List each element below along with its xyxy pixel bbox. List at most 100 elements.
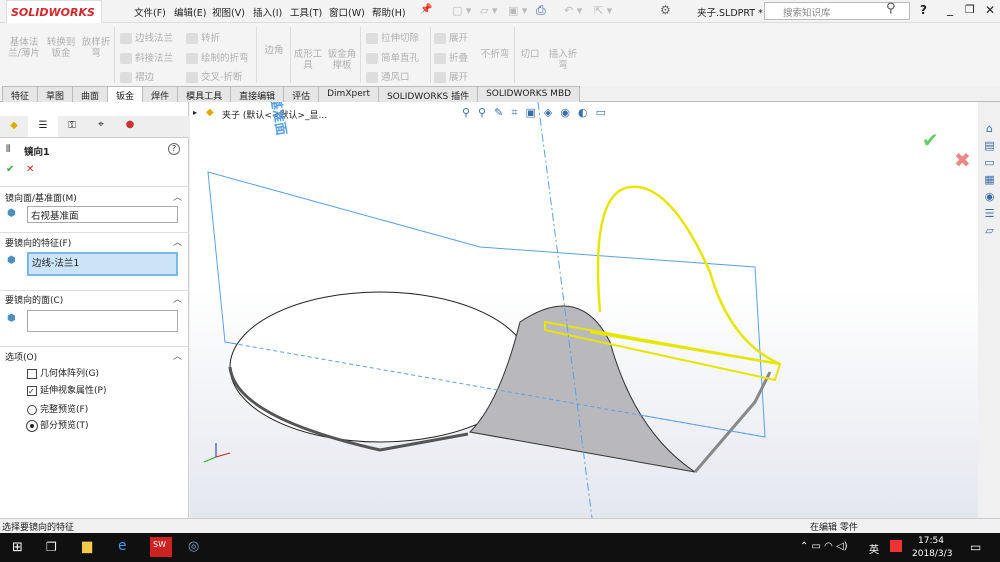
cross-break-button[interactable]: 交叉-折断	[186, 69, 242, 83]
tab-addins[interactable]: SOLIDWORKS 插件	[377, 86, 479, 102]
app-taskbar-icon[interactable]: ◎	[188, 539, 199, 554]
collapse-icon[interactable]: ︿	[173, 190, 182, 203]
features-to-mirror-list[interactable]: 边线-法兰1	[27, 252, 178, 276]
miter-flange-button[interactable]: 斜接法兰	[120, 50, 173, 64]
clock-time[interactable]: 17:54	[918, 536, 944, 546]
command-tabs: 特征 草图 曲面 钣金 焊件 模具工具 直接编辑 评估 DimXpert SOL…	[0, 86, 1000, 102]
no-bends-button[interactable]: 不折弯	[478, 49, 512, 60]
hem-button[interactable]: 褶边	[120, 69, 154, 83]
propertymanager-tab-icon[interactable]: ☰	[28, 116, 58, 137]
save-icon[interactable]: ▣ ▾	[508, 4, 527, 17]
plane-icon: ⬢	[7, 208, 16, 219]
tab-dimxpert[interactable]: DimXpert	[318, 86, 379, 102]
options-section-label[interactable]: 选项(O)	[5, 350, 37, 363]
tab-evaluate[interactable]: 评估	[283, 86, 320, 102]
partial-preview-radio[interactable]: 部分预览(T)	[26, 418, 89, 432]
tab-surfaces[interactable]: 曲面	[72, 86, 109, 102]
tab-sheet-metal[interactable]: 钣金	[107, 86, 144, 102]
dimxpert-tab-icon[interactable]: ⌖	[86, 116, 116, 137]
rip-button[interactable]: 切口	[516, 49, 544, 60]
select-icon[interactable]: ⇱ ▾	[594, 4, 612, 17]
tab-mbd[interactable]: SOLIDWORKS MBD	[477, 86, 581, 102]
tab-direct-editing[interactable]: 直接编辑	[230, 86, 285, 102]
status-bar: 选择要镜向的特征 在编辑 零件	[0, 518, 1000, 533]
restore-button[interactable]: ❐	[965, 3, 975, 16]
extruded-cut-button[interactable]: 拉伸切除	[366, 30, 419, 44]
feature-icon: ⬢	[7, 255, 16, 266]
menu-insert[interactable]: 插入(I)	[253, 5, 282, 19]
tab-mold-tools[interactable]: 模具工具	[177, 86, 232, 102]
help-icon[interactable]: ?	[920, 3, 927, 17]
help-button[interactable]: ?	[168, 143, 180, 155]
faces-to-mirror-label[interactable]: 要镜向的面(C)	[5, 293, 63, 306]
search-icon[interactable]: ⚲	[886, 1, 896, 16]
propagate-visual-checkbox[interactable]: ✓ 延伸视象属性(P)	[27, 383, 106, 396]
faces-to-mirror-list[interactable]	[27, 310, 178, 332]
edge-browser-icon[interactable]: e	[118, 538, 127, 554]
open-icon[interactable]: ▱ ▾	[480, 4, 497, 17]
task-view-icon[interactable]: ❐	[46, 540, 57, 554]
tray-icons[interactable]: ⌃ ▭ ◠ ◁)	[800, 541, 848, 552]
graphics-area[interactable]: ▸ ◆ 夹子 (默认<<默认>_显... ⚲⚲✎⌗▣◈◉◐▭ 右视基准面 ✔ ✖	[190, 102, 978, 518]
mirror-plane-section-label[interactable]: 镜向面/基准面(M)	[5, 191, 77, 204]
corners-button[interactable]: 边角	[260, 45, 288, 56]
sheet-metal-gusset-button[interactable]: 钣金角撑板	[326, 49, 358, 71]
confirm-corner-ok-icon[interactable]: ✔	[922, 128, 939, 152]
options-gear-icon[interactable]: ⚙	[660, 3, 671, 17]
ok-button[interactable]: ✔	[6, 164, 14, 175]
notification-icon[interactable]: ▭	[970, 540, 981, 554]
status-message: 选择要镜向的特征	[2, 523, 75, 533]
simple-hole-button[interactable]: 简单直孔	[366, 50, 419, 64]
menu-file[interactable]: 文件(F)	[134, 5, 166, 19]
solidworks-taskbar-icon[interactable]: SW	[150, 537, 172, 557]
windows-start-icon[interactable]: ⊞	[12, 540, 23, 555]
display-manager-tab-icon[interactable]: ●	[116, 116, 144, 137]
task-pane-tabs[interactable]: ⌂ ▤ ▭ ▦ ◉ ☰ ▱	[979, 102, 1000, 239]
features-to-mirror-label[interactable]: 要镜向的特征(F)	[5, 236, 71, 249]
menu-help[interactable]: 帮助(H)	[372, 5, 406, 19]
flatten-button[interactable]: 展开	[434, 69, 468, 83]
vent-button[interactable]: 通风口	[366, 69, 410, 83]
print-icon[interactable]: ⎙	[536, 3, 546, 18]
collapse-icon[interactable]: ︿	[173, 349, 182, 362]
menu-view[interactable]: 视图(V)	[212, 5, 245, 19]
fold-button[interactable]: 折叠	[434, 50, 468, 64]
clock-date[interactable]: 2018/3/3	[912, 549, 952, 559]
tab-features[interactable]: 特征	[2, 86, 39, 102]
menu-tools[interactable]: 工具(T)	[290, 5, 322, 19]
cancel-button[interactable]: ✕	[26, 164, 34, 175]
sogou-icon[interactable]	[890, 540, 902, 552]
configuration-tab-icon[interactable]: ⚿	[58, 116, 86, 137]
jog-button[interactable]: 转折	[186, 30, 220, 44]
menu-edit[interactable]: 编辑(E)	[174, 5, 206, 19]
menu-window[interactable]: 窗口(W)	[329, 5, 365, 19]
undo-icon[interactable]: ↶ ▾	[564, 4, 582, 17]
solidworks-logo[interactable]: SOLIDWORKS	[6, 0, 102, 24]
geometry-pattern-checkbox[interactable]: 几何体阵列(G)	[27, 366, 99, 379]
base-flange-button[interactable]: 基体法兰/薄片	[6, 37, 42, 59]
model-svg: 右视基准面	[203, 102, 782, 518]
forming-tool-button[interactable]: 成形工具	[292, 49, 324, 71]
featuremanager-tab-icon[interactable]: ◆	[0, 116, 28, 137]
mirror-plane-field[interactable]: 右视基准面	[27, 206, 178, 223]
tab-sketch[interactable]: 草图	[37, 86, 74, 102]
ime-indicator[interactable]: 英	[869, 541, 879, 556]
lofted-bend-button[interactable]: 放样折弯	[80, 37, 112, 59]
tab-weldments[interactable]: 焊件	[142, 86, 179, 102]
minimize-button[interactable]: _	[947, 2, 953, 16]
pin-icon[interactable]: 📌	[420, 4, 432, 15]
collapse-icon[interactable]: ︿	[173, 292, 182, 305]
confirm-corner-cancel-icon[interactable]: ✖	[954, 148, 971, 172]
insert-bends-button[interactable]: 插入折弯	[546, 49, 580, 71]
file-explorer-icon[interactable]: ▆	[82, 539, 92, 554]
full-preview-radio[interactable]: 完整预览(F)	[27, 402, 88, 415]
collapse-icon[interactable]: ︿	[173, 235, 182, 248]
edge-flange-button[interactable]: 边线法兰	[120, 30, 173, 44]
mirror-icon: ⫴	[6, 144, 11, 155]
convert-to-sheet-metal-button[interactable]: 转换到钣金	[44, 37, 78, 59]
new-file-icon[interactable]: ▢ ▾	[452, 4, 471, 17]
sketched-bend-button[interactable]: 绘制的折弯	[186, 50, 249, 64]
feature-title: 镜向1	[24, 147, 50, 158]
unfold-button[interactable]: 展开	[434, 30, 468, 44]
close-button[interactable]: ✕	[985, 3, 995, 17]
